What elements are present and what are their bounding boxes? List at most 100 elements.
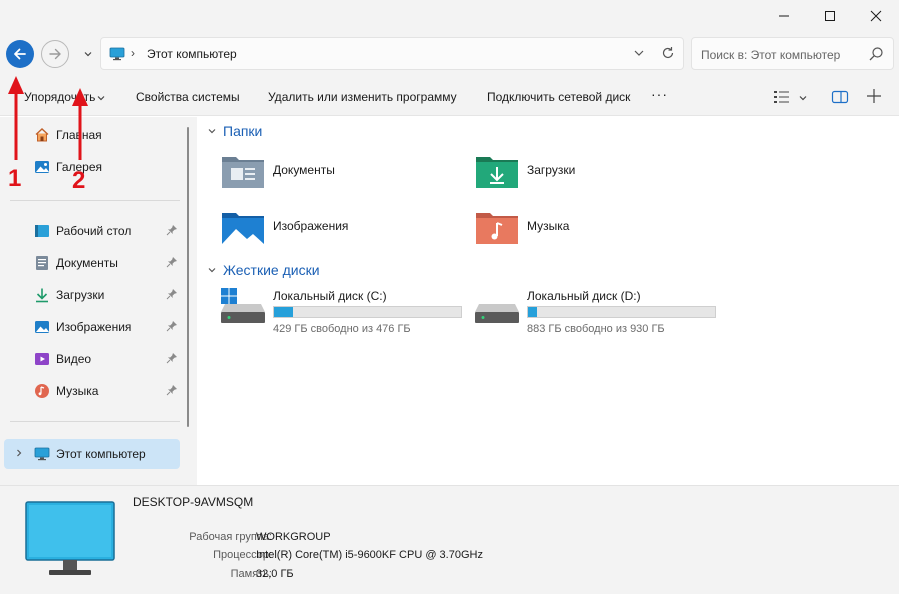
drive-usage-bar (273, 306, 462, 318)
breadcrumb-this-pc[interactable]: Этот компьютер (147, 47, 237, 61)
chevron-down-icon (208, 268, 216, 273)
drive-label: Локальный диск (C:) (273, 289, 387, 303)
sidebar-item-music[interactable]: Музыка (4, 376, 180, 406)
drive-usage-fill (274, 307, 293, 317)
refresh-icon[interactable] (661, 46, 675, 60)
chevron-right-icon[interactable] (14, 448, 24, 458)
pictures-icon (35, 321, 49, 333)
address-row: › Этот компьютер Поиск в: Этот компьютер (0, 32, 899, 78)
drives-group-header[interactable]: Жесткие диски (207, 262, 320, 278)
details-pane-icon[interactable] (831, 89, 849, 105)
folder-label: Музыка (527, 219, 570, 233)
sidebar-item-desktop[interactable]: Рабочий стол (4, 216, 180, 246)
sidebar-item-label: Документы (56, 256, 118, 270)
pin-icon[interactable] (166, 288, 178, 300)
detail-value: 32,0 ГБ (256, 568, 294, 580)
detail-row-workgroup: Рабочая группа: WORKGROUP (0, 531, 899, 545)
drive-usage-bar (527, 306, 716, 318)
drive-usage-fill (528, 307, 538, 317)
close-button[interactable] (853, 0, 899, 32)
folder-tile-downloads[interactable]: Загрузки (475, 153, 725, 197)
forward-button[interactable] (41, 40, 69, 68)
folders-group-header[interactable]: Папки (207, 123, 262, 139)
folder-label: Документы (273, 163, 335, 177)
maximize-button[interactable] (807, 0, 853, 32)
computer-icon (109, 47, 125, 61)
folder-tile-pictures[interactable]: Изображения (221, 209, 471, 253)
drive-free-space: 883 ГБ свободно из 930 ГБ (527, 323, 665, 335)
desktop-icon (35, 225, 49, 237)
chevron-down-icon[interactable] (798, 93, 808, 103)
chevron-down-icon (208, 129, 216, 134)
title-bar (0, 0, 899, 32)
drive-free-space: 429 ГБ свободно из 476 ГБ (273, 323, 411, 335)
documents-folder-icon (222, 157, 264, 188)
recent-locations-button[interactable] (80, 46, 96, 62)
arrow-left-icon (14, 48, 26, 60)
downloads-folder-icon (476, 157, 518, 188)
pin-icon[interactable] (166, 320, 178, 332)
downloads-icon (36, 288, 48, 303)
group-title: Папки (223, 123, 263, 139)
documents-icon (36, 256, 48, 270)
pin-icon[interactable] (166, 384, 178, 396)
search-box[interactable]: Поиск в: Этот компьютер (691, 37, 894, 70)
close-icon (870, 10, 882, 22)
video-icon (35, 353, 49, 365)
sidebar-item-this-pc[interactable]: Этот компьютер (4, 439, 180, 469)
group-title: Жесткие диски (223, 262, 320, 278)
more-options-button[interactable]: ··· (651, 86, 668, 102)
details-pane: DESKTOP-9AVMSQM Рабочая группа: WORKGROU… (0, 485, 899, 594)
sidebar-item-video[interactable]: Видео (4, 344, 180, 374)
folder-label: Изображения (273, 219, 349, 233)
sidebar-item-pictures[interactable]: Изображения (4, 312, 180, 342)
hard-drive-icon (221, 304, 265, 323)
annotation-arrowhead-1 (8, 76, 24, 94)
pin-icon[interactable] (166, 256, 178, 268)
search-placeholder: Поиск в: Этот компьютер (701, 48, 841, 62)
drive-tile-d[interactable]: Локальный диск (D:) 883 ГБ свободно из 9… (475, 288, 725, 338)
drive-tile-c[interactable]: Локальный диск (C:) 429 ГБ свободно из 4… (221, 288, 471, 338)
annotation-number-2: 2 (72, 167, 86, 194)
minimize-button[interactable] (761, 0, 807, 32)
chevron-down-icon (84, 52, 92, 57)
detail-row-memory: Память: 32,0 ГБ (0, 568, 899, 582)
maximize-icon (825, 11, 835, 21)
sidebar-item-documents[interactable]: Документы (4, 248, 180, 278)
folder-tile-music[interactable]: Музыка (475, 209, 725, 253)
folder-tile-documents[interactable]: Документы (221, 153, 471, 197)
map-network-drive-button[interactable]: Подключить сетевой диск (487, 90, 630, 104)
pin-icon[interactable] (166, 352, 178, 364)
sidebar-item-label: Изображения (56, 320, 132, 334)
view-list-icon[interactable] (773, 89, 791, 105)
minimize-icon (779, 15, 789, 17)
sidebar-divider (10, 200, 180, 201)
search-icon (869, 47, 883, 61)
sidebar-item-label: Этот компьютер (56, 447, 146, 461)
system-properties-button[interactable]: Свойства системы (136, 90, 240, 104)
chevron-down-icon[interactable] (633, 47, 645, 59)
uninstall-program-button[interactable]: Удалить или изменить программу (268, 90, 457, 104)
breadcrumb-separator: › (131, 46, 135, 60)
computer-icon (34, 447, 50, 461)
back-button[interactable] (6, 40, 34, 68)
sidebar-scrollbar[interactable] (187, 127, 189, 427)
hard-drive-icon (475, 304, 519, 323)
sidebar-item-label: Рабочий стол (56, 224, 132, 238)
sidebar-item-label: Музыка (56, 384, 99, 398)
address-bar[interactable]: › Этот компьютер (100, 37, 684, 70)
content-area: Папки Документы Загрузки Изображения Муз… (197, 117, 899, 485)
sidebar-item-label: Загрузки (56, 288, 105, 302)
pin-icon[interactable] (166, 224, 178, 236)
folder-label: Загрузки (527, 163, 576, 177)
sidebar-item-downloads[interactable]: Загрузки (4, 280, 180, 310)
plus-icon[interactable] (866, 88, 882, 104)
detail-value: Intel(R) Core(TM) i5-9600KF CPU @ 3.70GH… (256, 549, 483, 561)
computer-name: DESKTOP-9AVMSQM (133, 495, 254, 509)
detail-row-processor: Процессор: Intel(R) Core(TM) i5-9600KF C… (0, 549, 899, 563)
command-bar: Упорядочить Свойства системы Удалить или… (0, 78, 899, 116)
detail-value: WORKGROUP (256, 531, 331, 543)
annotation-arrowhead-2 (72, 88, 88, 106)
navigation-pane: Главная Галерея Рабочий стол Документы З… (0, 117, 197, 485)
annotation-number-1: 1 (8, 165, 22, 192)
